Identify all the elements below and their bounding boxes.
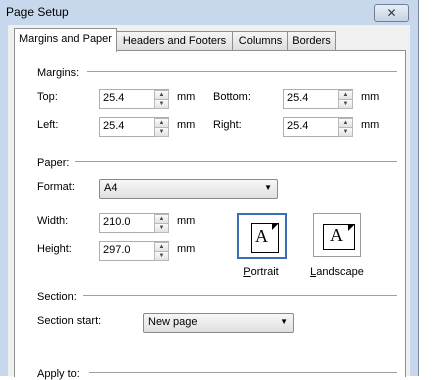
close-icon: ✕: [386, 6, 397, 20]
bottom-margin-label: Bottom:: [213, 91, 251, 103]
spin-down-icon[interactable]: ▼: [154, 99, 169, 109]
spin-down-icon[interactable]: ▼: [154, 127, 169, 137]
landscape-label-rest: andscape: [316, 266, 364, 278]
spin-down-icon[interactable]: ▼: [154, 251, 169, 261]
apply-to-group-label: Apply to:: [37, 368, 80, 380]
section-start-dropdown[interactable]: New page ▼: [143, 313, 294, 333]
section-group-divider: [83, 295, 397, 296]
left-margin-spinbox[interactable]: 25.4 ▲ ▼: [99, 117, 169, 137]
top-margin-unit: mm: [177, 91, 196, 103]
paper-group-divider: [75, 161, 397, 162]
top-margin-spinbox[interactable]: 25.4 ▲ ▼: [99, 89, 169, 109]
portrait-accel: P: [243, 266, 251, 278]
apply-to-group-divider: [89, 372, 397, 373]
paper-height-value: 297.0: [103, 244, 131, 256]
tab-headers-and-footers[interactable]: Headers and Footers: [115, 31, 234, 50]
spin-down-icon[interactable]: ▼: [154, 223, 169, 233]
format-label: Format:: [37, 181, 75, 193]
spin-down-icon[interactable]: ▼: [338, 99, 353, 109]
landscape-label: Landscape: [305, 266, 369, 278]
landscape-orientation-button[interactable]: A: [313, 213, 361, 257]
bottom-margin-unit: mm: [361, 91, 380, 103]
paper-height-unit: mm: [177, 243, 196, 255]
page-letter-glyph: A: [255, 226, 268, 246]
dialog-title: Page Setup: [6, 5, 69, 19]
landscape-page-icon: A: [323, 224, 355, 250]
paper-height-spinbox[interactable]: 297.0 ▲ ▼: [99, 241, 169, 261]
spin-buttons: ▲ ▼: [154, 90, 169, 109]
spin-buttons: ▲ ▼: [338, 118, 353, 137]
spin-buttons: ▲ ▼: [154, 214, 169, 233]
right-margin-unit: mm: [361, 119, 380, 131]
left-margin-value: 25.4: [103, 120, 125, 132]
portrait-orientation-button[interactable]: A: [237, 213, 287, 259]
right-margin-label: Right:: [213, 119, 242, 131]
right-margin-value: 25.4: [287, 120, 309, 132]
tab-panel-margins-and-paper: Margins: Top: 25.4 ▲ ▼ mm Bottom: 25.4 ▲…: [14, 50, 406, 380]
paper-format-value: A4: [104, 182, 118, 194]
page-fold-icon: [272, 223, 279, 230]
page-setup-dialog: Page Setup ✕ Margins and Paper Headers a…: [0, 0, 419, 380]
paper-width-unit: mm: [177, 215, 196, 227]
portrait-page-icon: A: [251, 223, 279, 253]
tab-margins-and-paper[interactable]: Margins and Paper: [14, 28, 117, 52]
portrait-label: Portrait: [229, 266, 293, 278]
top-margin-label: Top:: [37, 91, 58, 103]
left-margin-label: Left:: [37, 119, 59, 131]
top-margin-value: 25.4: [103, 92, 125, 104]
margins-group-label: Margins:: [37, 67, 80, 79]
paper-format-dropdown[interactable]: A4 ▼: [99, 179, 278, 199]
width-label: Width:: [37, 215, 69, 227]
spin-buttons: ▲ ▼: [154, 118, 169, 137]
spin-buttons: ▲ ▼: [154, 242, 169, 261]
tab-columns[interactable]: Columns: [232, 31, 289, 50]
paper-width-spinbox[interactable]: 210.0 ▲ ▼: [99, 213, 169, 233]
section-group-label: Section:: [37, 291, 77, 303]
height-label: Height:: [37, 243, 72, 255]
portrait-label-rest: ortrait: [250, 266, 279, 278]
spin-buttons: ▲ ▼: [338, 90, 353, 109]
chevron-down-icon: ▼: [264, 183, 272, 192]
bottom-margin-spinbox[interactable]: 25.4 ▲ ▼: [283, 89, 353, 109]
section-start-value: New page: [148, 316, 198, 328]
spin-down-icon[interactable]: ▼: [338, 127, 353, 137]
tab-borders[interactable]: Borders: [287, 31, 336, 50]
bottom-margin-value: 25.4: [287, 92, 309, 104]
chevron-down-icon: ▼: [280, 317, 288, 326]
paper-width-value: 210.0: [103, 216, 131, 228]
dialog-client-area: Margins and Paper Headers and Footers Co…: [8, 25, 410, 380]
margins-group-divider: [87, 71, 397, 72]
title-bar: Page Setup ✕: [0, 0, 418, 25]
right-margin-spinbox[interactable]: 25.4 ▲ ▼: [283, 117, 353, 137]
left-margin-unit: mm: [177, 119, 196, 131]
section-start-label: Section start:: [37, 315, 102, 327]
paper-group-label: Paper:: [37, 157, 70, 169]
close-button[interactable]: ✕: [374, 4, 409, 22]
page-fold-icon: [348, 224, 355, 231]
page-letter-glyph: A: [330, 225, 343, 245]
